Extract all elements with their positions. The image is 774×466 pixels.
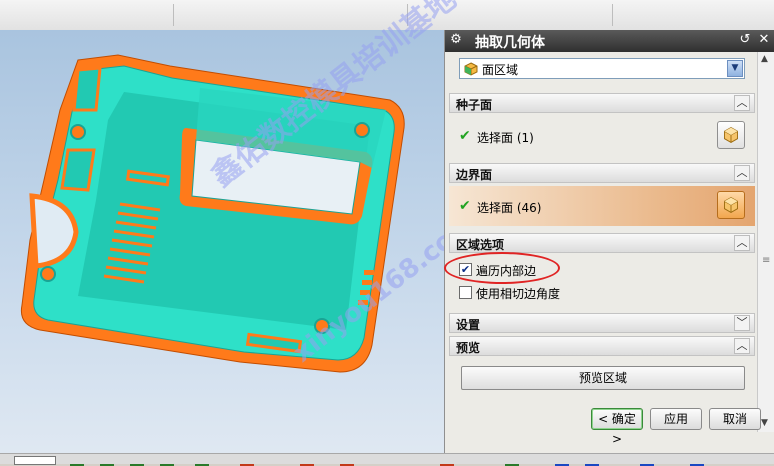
graphics-viewport[interactable] [0,30,444,453]
section-region-options[interactable]: 区域选项 ︿ [449,233,755,253]
snap-icon[interactable] [240,456,254,466]
view-icon[interactable] [195,456,209,466]
cancel-button[interactable]: 取消 [709,408,761,430]
snap-icon[interactable] [440,456,454,466]
preview-region-button[interactable]: 预览区域 [461,366,745,390]
ok-button[interactable]: < 确定 > [591,408,643,446]
tangent-angle-checkbox[interactable] [459,286,472,299]
apply-button[interactable]: 应用 [650,408,702,430]
checkmark-icon: ✔ [459,128,471,144]
chevron-up-icon[interactable]: ︿ [734,235,750,251]
snap-icon[interactable] [340,456,354,466]
selection-filter-field[interactable] [14,456,56,465]
part-model[interactable] [0,30,444,453]
select-face-label: 选择面 (46) [477,201,542,215]
select-face-label: 选择面 (1) [477,131,534,145]
snap-icon[interactable] [300,456,314,466]
view-icon[interactable] [130,456,144,466]
close-icon[interactable]: ✕ [756,32,772,48]
cube-select-icon[interactable] [717,121,745,149]
chevron-down-icon[interactable]: ﹀ [734,315,750,331]
section-header-label: 设置 [456,318,481,332]
reset-icon[interactable]: ↺ [737,32,753,48]
dialog-titlebar[interactable]: ⚙ 抽取几何体 ↺ ✕ [445,30,774,52]
section-header-label: 区域选项 [456,238,505,252]
gear-icon[interactable]: ⚙ [448,32,464,48]
traverse-interior-label: 遍历内部边 [476,264,537,278]
dialog-title: 抽取几何体 [475,35,545,51]
boundary-face-select-row[interactable]: ✔ 选择面 (46) [449,186,755,226]
view-icon[interactable] [160,456,174,466]
toolbar-separator [612,4,613,26]
face-region-icon [464,62,478,76]
section-boundary-face[interactable]: 边界面 ︿ [449,163,755,183]
dialog-scrollbar[interactable]: ▲ ≡ ▼ [757,52,774,432]
scroll-down-arrow-icon[interactable]: ▼ [761,418,768,428]
traverse-interior-checkbox[interactable]: ✔ [459,263,472,276]
toolbar-separator [407,4,408,26]
snap-icon[interactable] [585,456,599,466]
extract-geometry-dialog: ⚙ 抽取几何体 ↺ ✕ 面区域 ▼ 种子面 ︿ ✔ 选择面 (1) 边界面 ︿ … [444,30,774,453]
section-header-label: 边界面 [456,168,493,182]
type-select-value: 面区域 [482,63,519,77]
seed-face-select-row[interactable]: ✔ 选择面 (1) [449,116,755,156]
scroll-grip-icon[interactable]: ≡ [762,256,770,266]
section-preview[interactable]: 预览 ︿ [449,336,755,356]
view-icon[interactable] [70,456,84,466]
snap-icon[interactable] [640,456,654,466]
type-select[interactable]: 面区域 ▼ [459,58,745,79]
chevron-up-icon[interactable]: ︿ [734,338,750,354]
dropdown-arrow-icon[interactable]: ▼ [727,60,743,77]
bottom-toolbar [0,453,774,466]
scroll-up-arrow-icon[interactable]: ▲ [761,54,768,64]
checkmark-icon: ✔ [459,198,471,214]
tangent-angle-label: 使用相切边角度 [476,287,561,301]
section-header-label: 种子面 [456,98,493,112]
chevron-up-icon[interactable]: ︿ [734,95,750,111]
section-seed-face[interactable]: 种子面 ︿ [449,93,755,113]
view-icon[interactable] [100,456,114,466]
section-settings[interactable]: 设置 ﹀ [449,313,755,333]
toolbar-separator [173,4,174,26]
chevron-up-icon[interactable]: ︿ [734,165,750,181]
section-header-label: 预览 [456,341,481,355]
snap-icon[interactable] [505,456,519,466]
top-toolbar [0,0,774,31]
snap-icon[interactable] [555,456,569,466]
snap-icon[interactable] [690,456,704,466]
cube-select-icon[interactable] [717,191,745,219]
